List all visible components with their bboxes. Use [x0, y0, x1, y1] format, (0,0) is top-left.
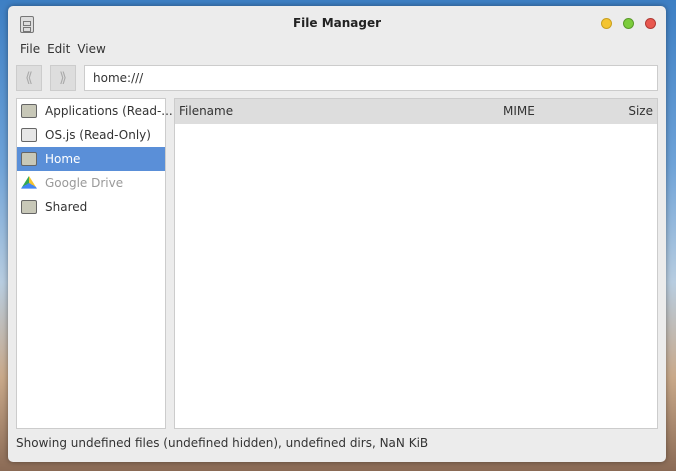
column-filename[interactable]: Filename	[179, 99, 233, 124]
sidebar-item-label: Google Drive	[45, 176, 124, 190]
column-mime[interactable]: MIME	[503, 99, 535, 124]
sidebar-item-label: Home	[45, 152, 81, 166]
menu-bar: File Edit View	[20, 42, 106, 56]
folder-star-icon	[21, 104, 37, 118]
sidebar-item-google-drive[interactable]: Google Drive	[17, 171, 165, 195]
sidebar-item-home[interactable]: Home	[17, 147, 165, 171]
status-bar: Showing undefined files (undefined hidde…	[16, 436, 429, 450]
menu-edit[interactable]: Edit	[47, 42, 70, 56]
folder-shared-icon	[21, 200, 37, 214]
file-list-header: Filename MIME Size	[175, 99, 657, 124]
sidebar-item-label: Shared	[45, 200, 88, 214]
menu-view[interactable]: View	[77, 42, 105, 56]
sidebar-item-label: OS.js (Read-Only)	[45, 128, 151, 142]
sidebar-item-shared[interactable]: Shared	[17, 195, 165, 219]
back-arrow-icon: ⟪	[25, 70, 33, 86]
sidebar-item-label: Applications (Read-...	[45, 104, 173, 118]
minimize-button[interactable]	[601, 18, 612, 29]
close-button[interactable]	[645, 18, 656, 29]
file-list[interactable]: Filename MIME Size	[174, 98, 658, 429]
sidebar-item-applications[interactable]: Applications (Read-...	[17, 99, 173, 123]
google-drive-icon	[21, 176, 37, 189]
forward-arrow-icon: ⟫	[59, 70, 67, 86]
menu-file[interactable]: File	[20, 42, 40, 56]
window-title: File Manager	[292, 16, 382, 30]
address-input[interactable]: home:///	[84, 65, 658, 91]
sidebar-item-osjs[interactable]: OS.js (Read-Only)	[17, 123, 165, 147]
sidebar: Applications (Read-... OS.js (Read-Only)…	[16, 98, 173, 429]
maximize-button[interactable]	[623, 18, 634, 29]
folder-home-icon	[21, 152, 37, 166]
forward-button[interactable]: ⟫	[50, 65, 76, 91]
column-size[interactable]: Size	[628, 99, 653, 124]
back-button[interactable]: ⟪	[16, 65, 42, 91]
drive-icon	[21, 128, 37, 142]
file-manager-window: File Manager File Edit View ⟪ ⟫ home:///…	[8, 6, 666, 462]
